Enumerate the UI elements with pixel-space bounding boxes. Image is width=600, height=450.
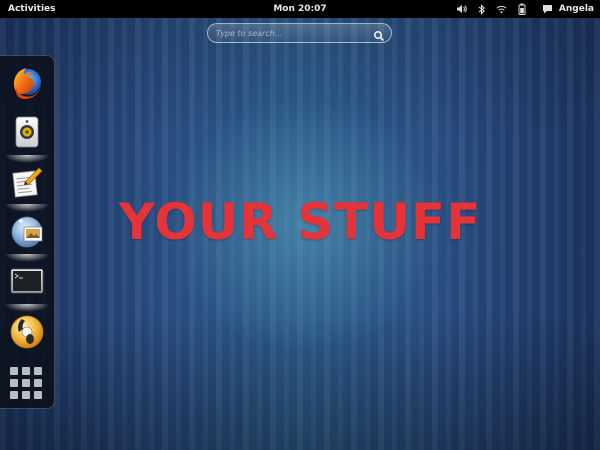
bluetooth-icon[interactable] [476, 3, 488, 15]
grid-dot [34, 379, 42, 387]
shotwell-icon [8, 213, 46, 255]
grid-dot [10, 391, 18, 399]
search-box[interactable] [207, 23, 392, 43]
running-indicator [4, 254, 50, 262]
search-input[interactable] [216, 26, 366, 40]
text-editor-launcher[interactable] [4, 164, 50, 212]
show-applications-grid-icon[interactable] [10, 367, 42, 399]
volume-icon[interactable] [456, 3, 468, 15]
rhythmbox-launcher[interactable] [4, 115, 50, 163]
grid-dot [22, 379, 30, 387]
dash [0, 55, 55, 409]
overlay-caption: YOUR STUFF [118, 193, 482, 251]
grid-dot [10, 379, 18, 387]
wifi-icon[interactable] [496, 3, 508, 15]
top-bar: Activities Mon 20:07 Angela [0, 0, 600, 18]
grid-dot [22, 391, 30, 399]
grid-dot [10, 367, 18, 375]
desktop: Activities Mon 20:07 Angela Type to sear… [0, 0, 600, 450]
firefox-icon [8, 64, 46, 106]
sound-juicer-launcher[interactable] [7, 314, 47, 354]
running-indicator [4, 304, 50, 312]
grid-dot [22, 367, 30, 375]
terminal-icon [9, 267, 45, 301]
rhythmbox-speaker-icon [12, 115, 42, 155]
battery-icon[interactable] [516, 3, 528, 15]
text-editor-icon [9, 164, 45, 204]
running-indicator [4, 204, 50, 212]
chat-icon[interactable] [542, 3, 554, 15]
sound-juicer-icon [8, 313, 46, 355]
shotwell-launcher[interactable] [4, 213, 50, 262]
grid-dot [34, 391, 42, 399]
search-icon [373, 27, 385, 42]
terminal-launcher[interactable] [4, 264, 50, 312]
status-area: Angela [456, 2, 594, 16]
user-name[interactable]: Angela [559, 4, 594, 14]
grid-dot [34, 367, 42, 375]
running-indicator [4, 155, 50, 163]
firefox-launcher[interactable] [7, 65, 47, 105]
